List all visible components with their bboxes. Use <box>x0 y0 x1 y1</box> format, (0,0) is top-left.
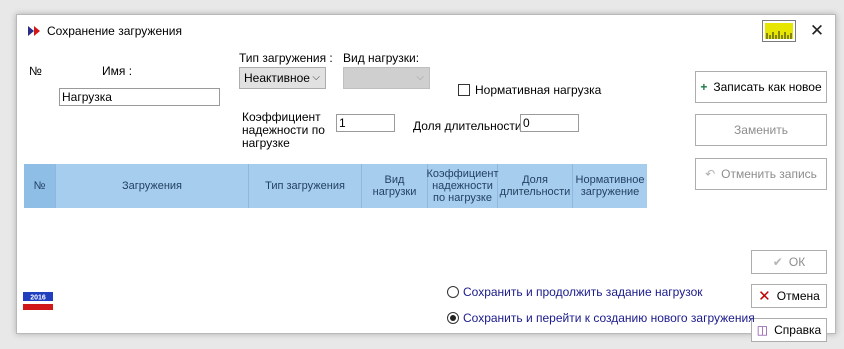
save-load-dialog: Сохранение загружения ✕ № Имя: Нагрузка… <box>16 14 836 342</box>
chevron-down-icon: ⌵ <box>312 72 320 83</box>
col-duration[interactable]: Доля длительности <box>498 164 573 208</box>
new-load-radio[interactable] <box>447 312 459 324</box>
help-book-icon: ◫ <box>756 323 769 337</box>
cancel-button[interactable]: ✕ Отмена <box>751 284 827 308</box>
col-num[interactable]: № <box>24 164 56 208</box>
load-type-value: Неактивное <box>244 71 310 85</box>
coef-label-line1: Коэффициент <box>242 110 321 124</box>
normative-label: Нормативная нагрузка <box>475 83 602 97</box>
load-kind-label: Вид нагрузки: <box>343 51 420 65</box>
plus-icon: + <box>700 80 708 94</box>
replace-button[interactable]: Заменить <box>695 114 827 146</box>
close-icon: ✕ <box>809 21 825 40</box>
loads-grid-header: № Загружения Тип загружения Вид нагрузки… <box>24 164 647 208</box>
continue-radio[interactable] <box>447 286 459 298</box>
coef-label-line3: нагрузке <box>242 136 290 150</box>
close-button[interactable]: ✕ <box>804 19 830 43</box>
col-normative[interactable]: Нормативное загружение <box>573 164 647 208</box>
new-load-radio-label: Сохранить и перейти к созданию нового за… <box>463 311 755 325</box>
app-logo-icon <box>26 24 42 38</box>
dialog-body: № Имя : Нагрузка Тип загружения : Неакти… <box>17 47 835 342</box>
load-type-label: Тип загружения : <box>239 51 333 65</box>
col-load-type[interactable]: Тип загружения <box>249 164 362 208</box>
number-label: № <box>29 64 42 78</box>
title-bar: Сохранение загружения ✕ <box>17 15 835 47</box>
ruler-button[interactable] <box>762 20 796 42</box>
chevron-down-icon: ⌵ <box>416 72 424 83</box>
cancel-record-button[interactable]: ↶ Отменить запись <box>695 158 827 190</box>
name-label: Имя : <box>102 64 133 78</box>
col-coef[interactable]: Коэффициент надежности по нагрузке <box>426 164 499 208</box>
close-x-icon: ✕ <box>758 288 771 305</box>
checkmark-icon: ✔ <box>772 255 783 269</box>
help-button[interactable]: ◫ Справка <box>751 318 827 342</box>
save-as-new-button[interactable]: + Записать как новое <box>695 71 827 103</box>
load-type-select[interactable]: Неактивное ⌵ <box>239 67 326 89</box>
coef-input[interactable]: 1 <box>336 114 395 132</box>
version-badge: 2016 <box>23 292 53 310</box>
window-title: Сохранение загружения <box>47 24 182 38</box>
normative-checkbox[interactable] <box>458 84 470 96</box>
duration-input[interactable]: 0 <box>520 114 579 132</box>
duration-label: Доля длительности <box>413 119 522 133</box>
coef-label-line2: надежности по <box>242 123 325 137</box>
ruler-icon <box>765 23 793 39</box>
col-load-kind[interactable]: Вид нагрузки <box>362 164 428 208</box>
undo-icon: ↶ <box>705 167 716 181</box>
ok-button[interactable]: ✔ ОК <box>751 250 827 274</box>
name-input[interactable]: Нагрузка <box>59 88 220 106</box>
continue-radio-label: Сохранить и продолжить задание нагрузок <box>463 285 703 299</box>
load-kind-select[interactable]: ⌵ <box>343 67 430 89</box>
version-badge-year: 2016 <box>30 295 46 302</box>
col-loads[interactable]: Загружения <box>56 164 249 208</box>
